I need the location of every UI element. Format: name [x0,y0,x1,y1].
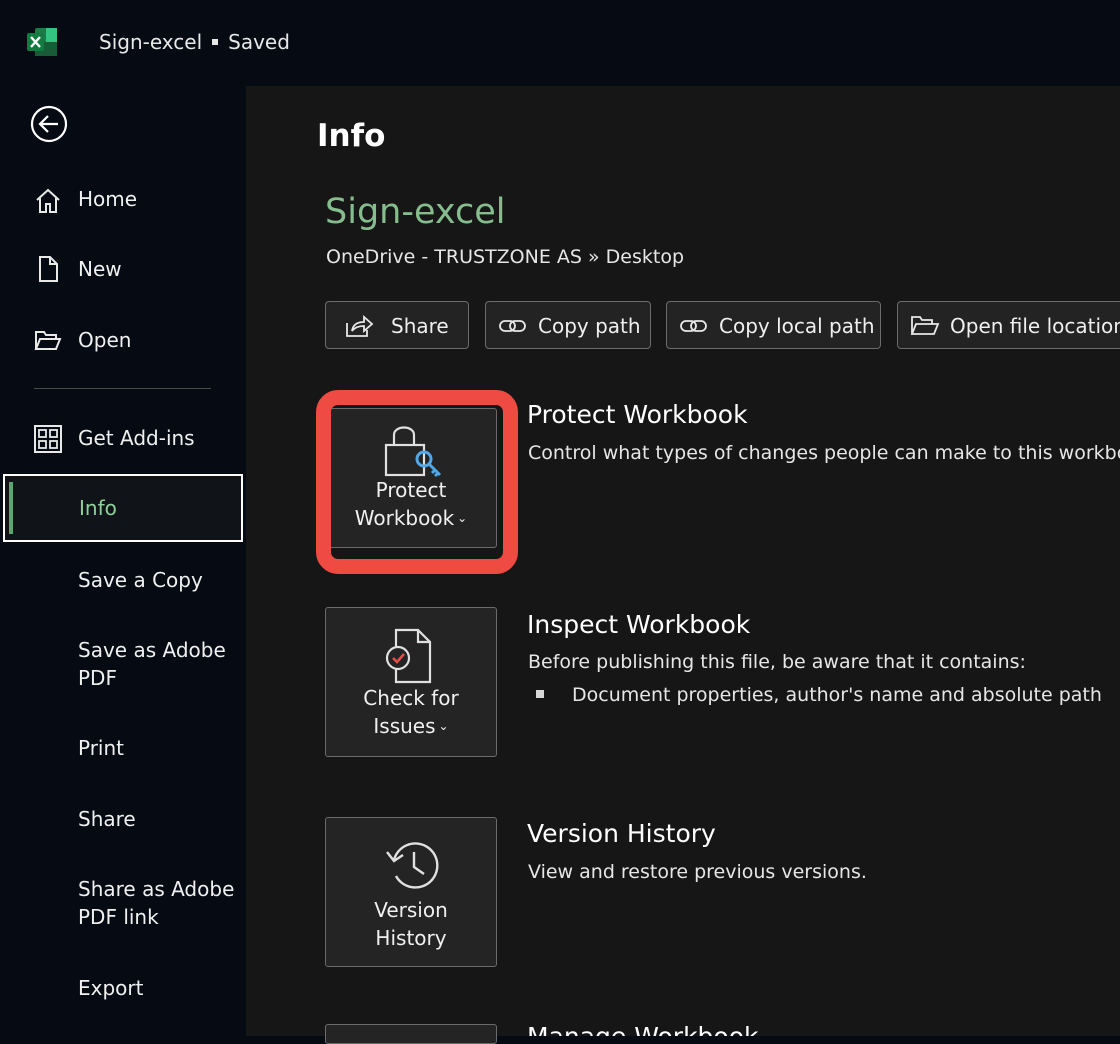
sidebar-item-print[interactable]: Print [0,734,246,764]
inspect-workbook-title: Inspect Workbook [527,610,751,639]
link-icon [680,320,707,332]
copy-local-path-button-label: Copy local path [719,314,875,338]
open-folder-icon [34,331,62,350]
separator-dot [212,39,219,45]
version-history-label-line1: Version [374,898,448,922]
link-icon [499,320,526,332]
sidebar-item-label: Export [78,976,144,1000]
sidebar-item-open[interactable]: Open [0,324,246,358]
excel-icon [27,28,57,56]
selection-indicator [9,482,13,534]
share-icon [346,315,374,337]
page-title: Info [317,118,386,154]
bullet-marker [536,690,544,698]
highlight-annotation [316,390,518,574]
sidebar-item-label: Get Add-ins [78,426,195,450]
check-for-issues-button[interactable]: Check for Issues ⌄ [325,607,497,757]
share-button[interactable]: Share [325,301,469,349]
new-document-icon [39,256,58,282]
sidebar-item-export[interactable]: Export [0,974,246,1004]
version-history-label-line2: History [375,926,447,950]
save-status: Saved [228,30,290,54]
copy-path-button-label: Copy path [538,314,641,338]
manage-workbook-title: Manage Workbook [527,1026,767,1036]
open-file-location-button[interactable]: Open file location [897,301,1120,349]
copy-local-path-button[interactable]: Copy local path [666,301,881,349]
version-history-title: Version History [527,819,716,848]
sidebar-item-label: Save as Adobe PDF [78,638,226,690]
sidebar-item-share-as-adobe-pdf-link[interactable]: Share as Adobe PDF link [0,875,246,933]
check-for-issues-label-line1: Check for [363,686,459,710]
sidebar-item-label: Save a Copy [78,568,203,592]
protect-workbook-title: Protect Workbook [527,400,748,429]
sidebar-item-label: Print [78,736,125,760]
check-for-issues-label-line2-wrap: Issues ⌄ [326,712,496,740]
sidebar-item-label: Share [78,807,136,831]
copy-path-button[interactable]: Copy path [485,301,651,349]
sidebar-item-get-add-ins[interactable]: Get Add-ins [0,422,246,456]
sidebar-item-save-as-adobe-pdf[interactable]: Save as Adobe PDF [0,636,246,694]
sidebar-item-label: Open [78,328,132,352]
sidebar-item-label: Home [78,187,138,211]
title-bar: Sign-excel Saved [0,0,1120,86]
folder-icon [910,316,940,335]
file-path: OneDrive - TRUSTZONE AS » Desktop [326,246,685,268]
inspect-document-icon [385,628,432,684]
inspect-workbook-description: Before publishing this file, be aware th… [528,651,1026,673]
chevron-down-icon: ⌄ [438,719,449,733]
manage-workbook-button[interactable] [325,1024,497,1044]
history-clock-icon [386,842,439,889]
sidebar-item-share[interactable]: Share [0,805,246,835]
sidebar-divider [34,388,211,389]
inspect-bullet-item: Document properties, author's name and a… [572,684,1102,706]
sidebar-item-label: Share as Adobe PDF link [78,877,235,929]
sidebar-item-home[interactable]: Home [0,184,246,218]
file-name: Sign-excel [325,192,506,232]
version-history-description: View and restore previous versions. [528,861,867,883]
sidebar-item-label: New [78,257,122,281]
share-button-label: Share [391,314,449,338]
sidebar-item-label: Info [79,496,117,520]
document-title: Sign-excel Saved [99,30,290,54]
protect-workbook-description: Control what types of changes people can… [528,442,1120,464]
manage-workbook-title-clip: Manage Workbook [527,1026,767,1036]
add-ins-grid-icon [34,425,62,453]
sidebar-item-info[interactable]: Info [3,474,243,542]
check-for-issues-label-line2: Issues [373,714,436,738]
back-arrow-icon[interactable] [29,104,69,144]
document-name: Sign-excel [99,30,203,54]
sidebar-item-new[interactable]: New [0,254,246,288]
version-history-button[interactable]: Version History [325,817,497,967]
open-file-location-button-label: Open file location [950,314,1120,338]
home-icon [36,188,60,213]
sidebar-item-save-a-copy[interactable]: Save a Copy [0,566,246,596]
